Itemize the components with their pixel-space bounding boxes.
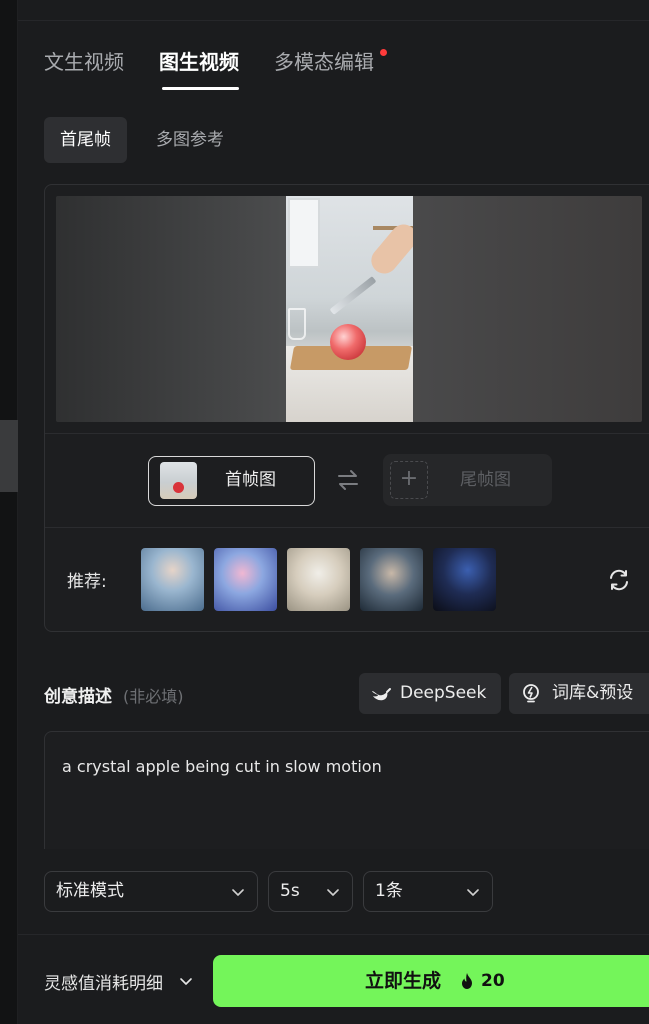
recommend-thumbnail[interactable]	[360, 548, 423, 611]
description-hint: (非必填)	[123, 687, 184, 706]
whale-icon	[372, 688, 391, 701]
subtab-first-last-frame[interactable]: 首尾帧	[44, 117, 127, 163]
chevron-down-icon	[467, 889, 479, 896]
duration-value: 5s	[280, 881, 300, 901]
library-presets-button[interactable]: 词库&预设	[509, 673, 649, 714]
prompt-text: a crystal apple being cut in slow motion	[62, 757, 382, 776]
generate-cost: 20	[481, 971, 505, 991]
chevron-down-icon	[327, 889, 339, 896]
left-rail	[0, 0, 18, 1024]
active-tab-indicator	[162, 87, 239, 90]
divider	[18, 934, 649, 935]
chevron-down-icon	[232, 889, 244, 896]
deepseek-button[interactable]: DeepSeek	[359, 673, 501, 714]
mode-value: 标准模式	[56, 881, 124, 901]
plus-icon: +	[390, 461, 428, 499]
chevron-down-icon[interactable]	[179, 974, 193, 988]
duration-select[interactable]: 5s	[268, 871, 353, 912]
recommend-thumbnail[interactable]	[287, 548, 350, 611]
deepseek-label: DeepSeek	[400, 683, 487, 703]
divider	[45, 433, 649, 434]
divider	[45, 527, 649, 528]
tab-text-to-video[interactable]: 文生视频	[44, 46, 124, 75]
library-presets-label: 词库&预设	[552, 683, 634, 703]
last-frame-label: 尾帧图	[460, 470, 511, 490]
first-frame-image	[286, 196, 413, 422]
frame-upload-card: 首帧图 + 尾帧图 推荐:	[44, 184, 649, 632]
generate-button[interactable]: 立即生成 20	[213, 955, 649, 1007]
recommend-thumbnail[interactable]	[141, 548, 204, 611]
mode-select[interactable]: 标准模式	[44, 871, 258, 912]
refresh-icon[interactable]	[607, 568, 631, 592]
notification-dot	[380, 49, 387, 56]
divider	[18, 20, 649, 21]
subtab-multi-image-reference[interactable]: 多图参考	[140, 117, 240, 163]
last-frame-button[interactable]: + 尾帧图	[383, 454, 552, 506]
fire-icon	[462, 973, 472, 989]
swap-icon[interactable]	[335, 467, 361, 493]
tab-image-to-video[interactable]: 图生视频	[159, 46, 239, 75]
cost-details-link[interactable]: 灵感值消耗明细	[44, 969, 163, 994]
description-title: 创意描述	[44, 687, 112, 707]
first-frame-thumbnail	[160, 462, 197, 499]
recommend-thumbnail[interactable]	[214, 548, 277, 611]
first-frame-button[interactable]: 首帧图	[148, 456, 315, 506]
recommend-label: 推荐:	[67, 572, 107, 592]
rail-handle[interactable]	[0, 420, 18, 492]
count-value: 1条	[375, 881, 403, 901]
lightbulb-icon	[523, 684, 539, 703]
tab-multimodal-edit[interactable]: 多模态编辑	[274, 46, 374, 75]
generate-label: 立即生成	[365, 970, 442, 992]
page: 文生视频 图生视频 多模态编辑 首尾帧 多图参考 首帧图 + 尾帧图 推荐: 创…	[0, 0, 649, 1024]
first-frame-label: 首帧图	[225, 470, 276, 490]
frame-preview	[56, 196, 642, 422]
recommend-thumbnail[interactable]	[433, 548, 496, 611]
prompt-input[interactable]: a crystal apple being cut in slow motion	[44, 731, 649, 849]
count-select[interactable]: 1条	[363, 871, 493, 912]
